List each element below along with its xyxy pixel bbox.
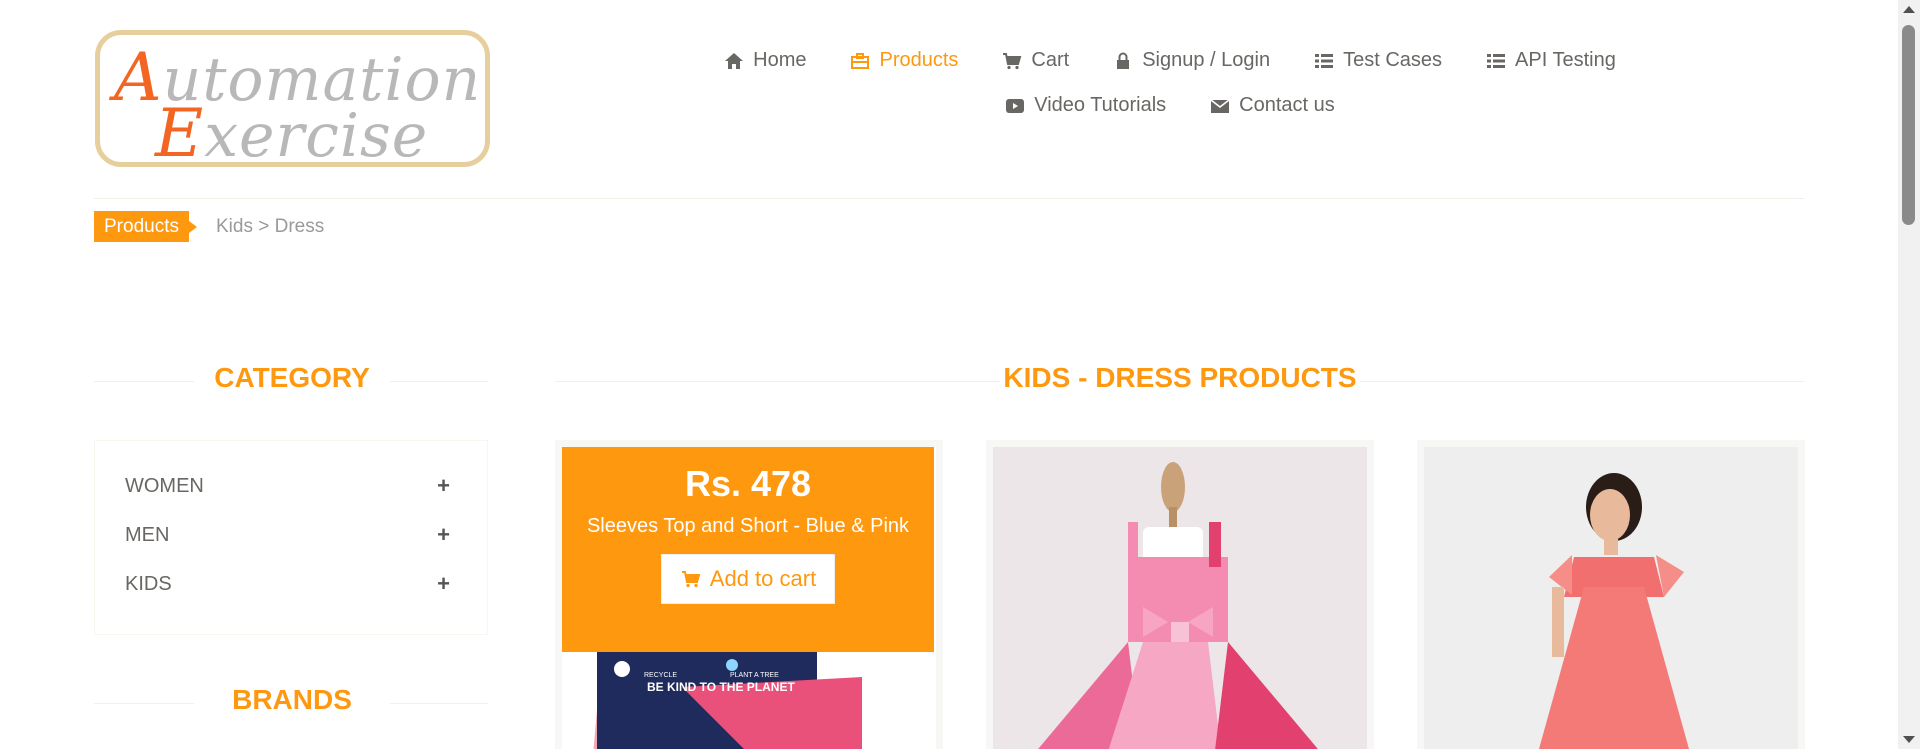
product-image-3[interactable]	[1424, 447, 1798, 749]
image-text-kind: BE KIND TO THE PLANET	[647, 680, 795, 694]
logo-line-2: Exercise	[155, 95, 429, 172]
list-icon	[1315, 53, 1334, 68]
product-card-3	[1417, 440, 1805, 749]
site-header: Automation Exercise Home Products Cart S…	[0, 0, 1898, 200]
cart-icon	[1003, 52, 1022, 69]
plus-icon[interactable]: +	[437, 571, 450, 597]
product-image-2[interactable]	[993, 447, 1367, 749]
image-text-recycle: RECYCLE	[644, 672, 677, 679]
category-kids[interactable]: KIDS +	[125, 569, 450, 599]
title-divider-right	[390, 703, 488, 704]
breadcrumb: Products Kids > Dress	[94, 211, 324, 242]
scroll-up-icon[interactable]	[1903, 6, 1915, 13]
nav-test-cases-label: Test Cases	[1343, 49, 1443, 71]
product-name: Sleeves Top and Short - Blue & Pink	[586, 515, 910, 537]
plus-icon[interactable]: +	[437, 522, 450, 548]
brands-title: BRANDS	[232, 684, 352, 715]
nav-video-tutorials-label: Video Tutorials	[1034, 94, 1167, 116]
scroll-down-icon[interactable]	[1903, 736, 1915, 743]
nav-home[interactable]: Home	[724, 49, 806, 72]
nav-signup-login[interactable]: Signup / Login	[1113, 49, 1270, 72]
page-scrollbar[interactable]	[1898, 0, 1920, 749]
add-to-cart-label: Add to cart	[709, 566, 817, 591]
header-divider	[94, 198, 1804, 199]
nav-api-testing-label: API Testing	[1515, 49, 1616, 71]
category-title: CATEGORY	[214, 362, 370, 393]
nav-contact-us-label: Contact us	[1239, 94, 1335, 116]
nav-home-label: Home	[753, 49, 807, 71]
nav-contact-us[interactable]: Contact us	[1210, 94, 1335, 117]
image-text-plant: PLANT A TREE	[730, 672, 779, 679]
category-panel: WOMEN + MEN + KIDS +	[94, 440, 488, 635]
title-divider-left	[94, 703, 194, 704]
add-to-cart-button[interactable]: Add to cart	[660, 554, 836, 604]
nav-cart-label: Cart	[1031, 49, 1070, 71]
scrollbar-thumb[interactable]	[1902, 25, 1915, 225]
home-icon	[725, 52, 744, 69]
nav-cart[interactable]: Cart	[1002, 49, 1069, 72]
nav-products-label: Products	[879, 49, 959, 71]
lock-icon	[1117, 52, 1130, 69]
nav-api-testing[interactable]: API Testing	[1486, 49, 1616, 72]
breadcrumb-products-link[interactable]: Products	[94, 211, 197, 242]
nav-test-cases[interactable]: Test Cases	[1314, 49, 1442, 72]
category-label: WOMEN	[125, 474, 204, 497]
envelope-icon	[1210, 98, 1230, 113]
category-label: MEN	[125, 523, 170, 546]
title-divider-left	[94, 381, 194, 382]
plus-icon[interactable]: +	[437, 473, 450, 499]
category-label: KIDS	[125, 572, 172, 595]
product-card-2	[986, 440, 1374, 749]
main-products-title: KIDS - DRESS PRODUCTS	[1000, 362, 1360, 394]
nav-signup-login-label: Signup / Login	[1142, 49, 1271, 71]
title-divider-right	[390, 381, 488, 382]
cart-icon	[681, 571, 701, 588]
main-nav: Home Products Cart Signup / Login Test C…	[690, 38, 1650, 128]
category-women[interactable]: WOMEN +	[125, 471, 450, 501]
pink-tutu-dress-image	[993, 447, 1367, 749]
category-men[interactable]: MEN +	[125, 520, 450, 550]
site-logo[interactable]: Automation Exercise	[95, 30, 490, 167]
breadcrumb-current: Kids > Dress	[215, 215, 325, 237]
list-icon	[1487, 53, 1506, 68]
product-price: Rs. 478	[684, 463, 812, 504]
product-overlay-1: Rs. 478 Sleeves Top and Short - Blue & P…	[562, 447, 934, 652]
coral-girl-dress-image	[1424, 447, 1798, 749]
nav-video-tutorials[interactable]: Video Tutorials	[1005, 94, 1166, 117]
nav-products[interactable]: Products	[850, 49, 958, 72]
briefcase-icon	[851, 52, 870, 69]
youtube-play-icon	[1006, 98, 1025, 113]
